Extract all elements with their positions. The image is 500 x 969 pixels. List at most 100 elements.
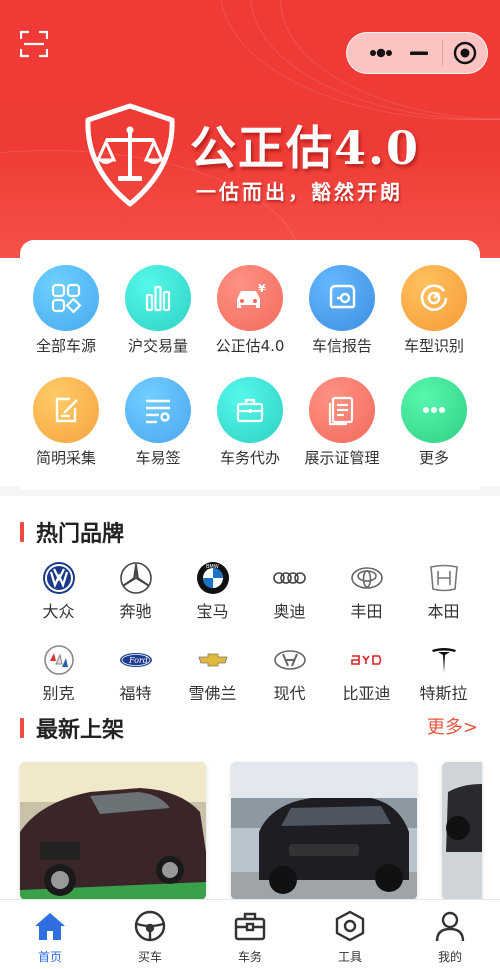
feature-item-label: 全部车源 xyxy=(35,337,96,355)
mini-program-capsule xyxy=(346,32,488,74)
scan-icon[interactable] xyxy=(19,30,49,58)
svg-text:¥: ¥ xyxy=(258,282,266,295)
feature-item-label: 公正估4.0 xyxy=(215,337,285,355)
car-listing-card[interactable] xyxy=(231,762,417,900)
minimize-icon xyxy=(409,51,428,55)
feature-item-car-price[interactable]: ¥ 公正估4.0 xyxy=(204,265,296,356)
brand-name: 奔驰 xyxy=(119,602,152,621)
hot-brands-title: 热门品牌 xyxy=(36,522,125,547)
car-listing-card[interactable] xyxy=(442,762,482,900)
buick-logo-icon xyxy=(41,642,77,678)
svg-text:BMW: BMW xyxy=(206,564,219,570)
more-options-button[interactable] xyxy=(347,33,442,73)
ford-logo-icon: Ford xyxy=(118,642,154,678)
scale-shield-icon xyxy=(85,103,175,207)
car-listing-card[interactable] xyxy=(20,762,206,900)
feature-item-edit[interactable]: 简明采集 xyxy=(20,377,112,468)
briefcase-icon xyxy=(233,909,267,943)
car-recognize-icon xyxy=(401,265,467,331)
feature-item-label: 沪交易量 xyxy=(127,337,188,355)
feature-item-sign-list[interactable]: 车易签 xyxy=(112,377,204,468)
tab-label: 首页 xyxy=(37,950,62,964)
brand-item[interactable]: 雪佛兰 xyxy=(174,642,251,704)
car-report-icon xyxy=(309,265,375,331)
toyota-logo-icon xyxy=(349,560,385,596)
brand-item[interactable]: 丰田 xyxy=(328,560,405,622)
document-icon xyxy=(309,377,375,443)
feature-item-bar-chart[interactable]: 沪交易量 xyxy=(112,265,204,356)
header-banner: 公正估4.0 一估而出，豁然开朗 xyxy=(0,0,500,270)
feature-item-label: 车信报告 xyxy=(311,337,372,355)
tab-label: 买车 xyxy=(137,950,162,964)
feature-item-document[interactable]: 展示证管理 xyxy=(296,377,388,468)
tab-label: 车务 xyxy=(237,950,262,964)
feature-grid: 全部车源 沪交易量 ¥ 公正估4.0 车信报告 车型识别简明采集 车易签 车务代办 展示证管理 更… xyxy=(20,265,480,468)
close-miniprogram-button[interactable] xyxy=(443,33,487,73)
brand-item[interactable]: 奥迪 xyxy=(251,560,328,622)
brand-name: 丰田 xyxy=(350,602,383,621)
brand-name: 宝马 xyxy=(196,602,229,621)
tab-home[interactable]: 首页 xyxy=(0,900,100,969)
steering-wheel-icon xyxy=(133,909,167,943)
car-photo xyxy=(442,762,482,900)
feature-item-label: 展示证管理 xyxy=(304,449,380,467)
tab-hex-nut[interactable]: 工具 xyxy=(300,900,400,969)
feature-item-label: 简明采集 xyxy=(35,449,96,467)
brand-name: 本田 xyxy=(427,602,460,621)
user-icon xyxy=(433,909,467,943)
feature-item-briefcase[interactable]: 车务代办 xyxy=(204,377,296,468)
bottom-tab-bar: 首页 买车 车务 工具 我的 xyxy=(0,899,500,969)
brand-item[interactable]: 别克 xyxy=(20,642,97,704)
car-price-icon: ¥ xyxy=(217,265,283,331)
tab-steering-wheel[interactable]: 买车 xyxy=(100,900,200,969)
hyundai-logo-icon xyxy=(272,642,308,678)
audi-logo-icon xyxy=(272,560,308,596)
briefcase-icon xyxy=(217,377,283,443)
section-marker xyxy=(20,522,24,542)
edit-icon xyxy=(33,377,99,443)
more-dots-icon xyxy=(401,377,467,443)
app-title: 公正估4.0 xyxy=(190,121,421,175)
sign-list-icon xyxy=(125,377,191,443)
target-icon xyxy=(453,41,477,65)
tab-label: 我的 xyxy=(437,950,462,964)
all-cars-icon xyxy=(33,265,99,331)
chevrolet-logo-icon xyxy=(195,642,231,678)
brand-item[interactable]: 大众 xyxy=(20,560,97,622)
brand-item[interactable]: Ford 福特 xyxy=(97,642,174,704)
tab-user[interactable]: 我的 xyxy=(400,900,500,969)
bar-chart-icon xyxy=(125,265,191,331)
feature-item-car-recognize[interactable]: 车型识别 xyxy=(388,265,480,356)
feature-item-label: 车易签 xyxy=(135,449,181,467)
brand-item[interactable]: 特斯拉 xyxy=(405,642,482,704)
latest-more-link[interactable]: 更多> xyxy=(427,713,478,739)
home-icon xyxy=(33,909,67,943)
feature-item-label: 更多 xyxy=(418,449,449,467)
feature-item-more-dots[interactable]: 更多 xyxy=(388,377,480,468)
honda-logo-icon xyxy=(426,560,462,596)
feature-item-label: 车务代办 xyxy=(219,449,280,467)
feature-item-car-report[interactable]: 车信报告 xyxy=(296,265,388,356)
svg-text:Ford: Ford xyxy=(128,656,148,665)
mercedes-logo-icon xyxy=(118,560,154,596)
dots-icon xyxy=(369,48,392,58)
bmw-logo-icon: BMW xyxy=(195,560,231,596)
volkswagen-logo-icon xyxy=(41,560,77,596)
brand-item[interactable]: 奔驰 xyxy=(97,560,174,622)
car-photo xyxy=(20,762,206,900)
hex-nut-icon xyxy=(333,909,367,943)
brand-item[interactable]: BMW 宝马 xyxy=(174,560,251,622)
tab-label: 工具 xyxy=(337,950,362,964)
brand-item[interactable]: 比亚迪 xyxy=(328,642,405,704)
feature-item-label: 车型识别 xyxy=(403,337,464,355)
brand-name: 奥迪 xyxy=(273,602,306,621)
latest-title: 最新上架 xyxy=(36,718,125,743)
feature-item-all-cars[interactable]: 全部车源 xyxy=(20,265,112,356)
tab-briefcase[interactable]: 车务 xyxy=(200,900,300,969)
section-marker xyxy=(20,718,24,738)
byd-logo-icon xyxy=(349,642,385,678)
brand-item[interactable]: 现代 xyxy=(251,642,328,704)
app-slogan: 一估而出，豁然开朗 xyxy=(196,180,403,204)
brand-name: 大众 xyxy=(42,602,75,621)
brand-item[interactable]: 本田 xyxy=(405,560,482,622)
